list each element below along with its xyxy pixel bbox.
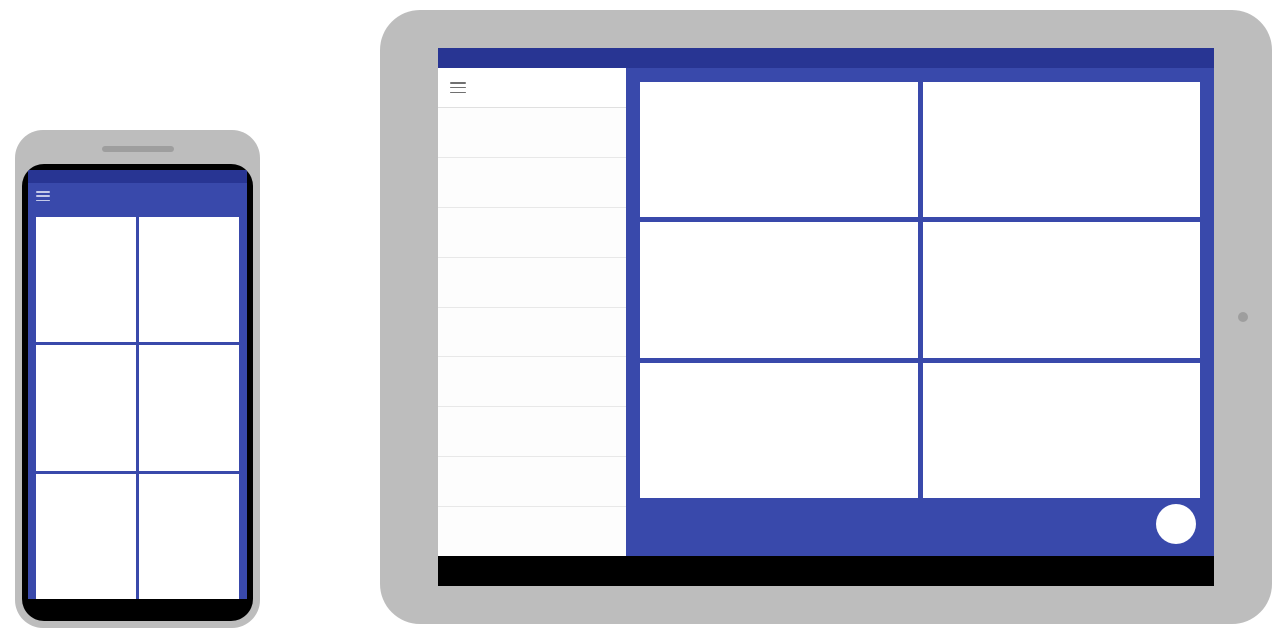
phone-inner-bezel xyxy=(22,164,253,621)
grid-cell[interactable] xyxy=(139,474,239,599)
list-item[interactable] xyxy=(438,407,626,457)
fab-button[interactable] xyxy=(1156,504,1196,544)
list-item[interactable] xyxy=(438,258,626,308)
list-item[interactable] xyxy=(438,158,626,208)
phone-content-grid xyxy=(36,217,239,599)
grid-cell[interactable] xyxy=(923,222,1201,357)
tablet-content-pane xyxy=(626,68,1214,556)
grid-cell[interactable] xyxy=(923,363,1201,498)
grid-cell[interactable] xyxy=(640,222,918,357)
phone-device-frame xyxy=(15,130,260,628)
grid-cell[interactable] xyxy=(139,345,239,470)
tablet-content-grid xyxy=(640,82,1200,498)
grid-cell[interactable] xyxy=(640,82,918,217)
grid-cell[interactable] xyxy=(36,217,136,342)
hamburger-icon[interactable] xyxy=(450,82,466,93)
tablet-status-bar xyxy=(438,48,1214,68)
grid-cell[interactable] xyxy=(139,217,239,342)
tablet-screen xyxy=(438,48,1214,556)
phone-screen xyxy=(28,170,247,599)
tablet-side-pane xyxy=(438,68,626,556)
list-item[interactable] xyxy=(438,357,626,407)
list-item[interactable] xyxy=(438,308,626,358)
tablet-side-app-bar xyxy=(438,68,626,108)
grid-cell[interactable] xyxy=(640,363,918,498)
hamburger-icon[interactable] xyxy=(36,191,50,201)
grid-cell[interactable] xyxy=(36,345,136,470)
phone-status-bar xyxy=(28,170,247,183)
list-item[interactable] xyxy=(438,507,626,556)
phone-speaker xyxy=(102,146,174,152)
grid-cell[interactable] xyxy=(923,82,1201,217)
list-item[interactable] xyxy=(438,208,626,258)
tablet-bezel xyxy=(438,48,1214,586)
grid-cell[interactable] xyxy=(36,474,136,599)
tablet-camera xyxy=(1238,312,1248,322)
list-item[interactable] xyxy=(438,108,626,158)
list-item[interactable] xyxy=(438,457,626,507)
tablet-device-frame xyxy=(380,10,1272,624)
phone-app-bar xyxy=(28,183,247,209)
tablet-body xyxy=(438,68,1214,556)
